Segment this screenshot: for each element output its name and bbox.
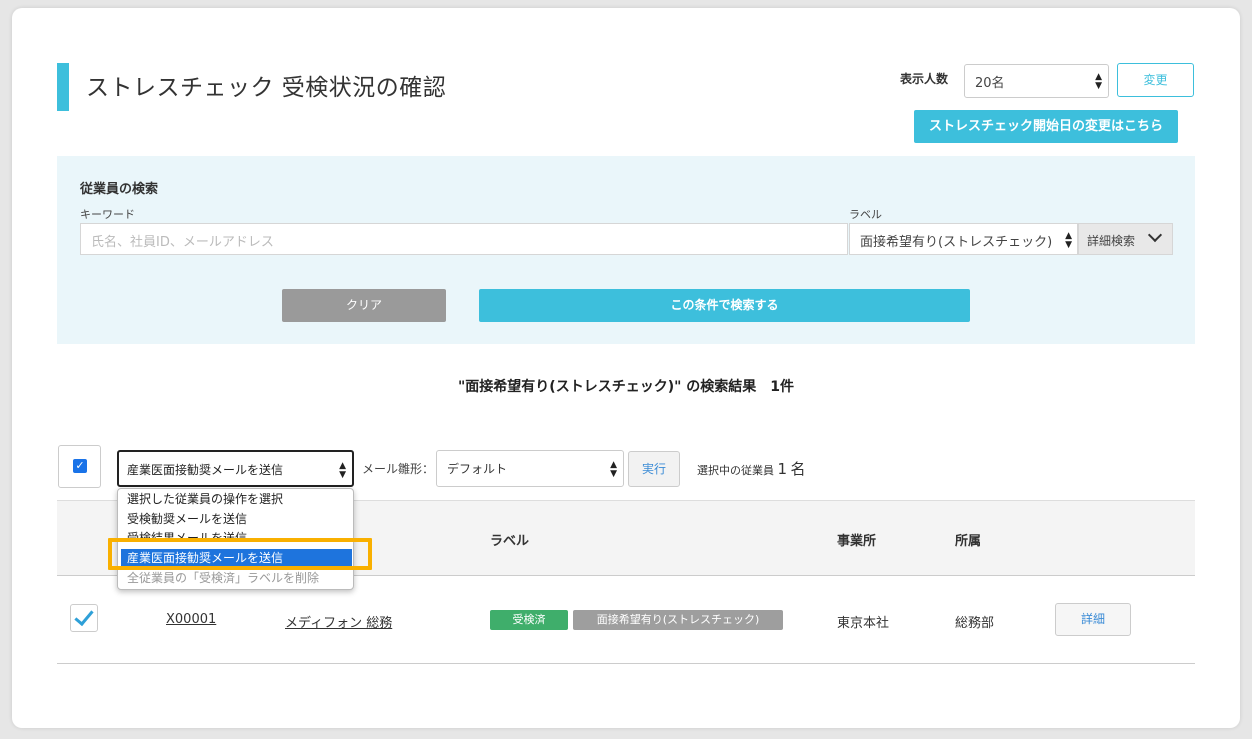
selected-count: 選択中の従業員 1 名 bbox=[697, 458, 806, 479]
keyword-label: キーワード bbox=[80, 208, 135, 221]
column-header-label: ラベル bbox=[490, 534, 530, 549]
execute-button[interactable]: 実行 bbox=[628, 451, 680, 487]
keyword-placeholder: 氏名、社員ID、メールアドレス bbox=[91, 235, 274, 250]
display-count-value: 20名 bbox=[975, 76, 1005, 91]
page-title: ストレスチェック 受検状況の確認 bbox=[86, 75, 447, 101]
column-header-office: 事業所 bbox=[837, 534, 877, 549]
check-icon bbox=[74, 605, 94, 627]
column-header-dept: 所属 bbox=[955, 534, 982, 549]
bulk-action-value: 産業医面接勧奨メールを送信 bbox=[127, 463, 284, 477]
updown-arrows-icon: ▲ ▼ bbox=[1065, 231, 1072, 250]
row-divider bbox=[57, 663, 1195, 664]
search-title: 従業員の検索 bbox=[80, 182, 159, 197]
chevron-down-icon bbox=[1147, 227, 1163, 243]
detail-button[interactable]: 詳細 bbox=[1055, 603, 1131, 636]
select-all-checkbox[interactable]: ✓ bbox=[58, 445, 101, 488]
label-badge: 面接希望有り(ストレスチェック) bbox=[573, 610, 783, 630]
selected-count-unit: 名 bbox=[790, 460, 806, 478]
label-filter-label: ラベル bbox=[849, 208, 882, 221]
mail-template-label: メール雛形： bbox=[362, 462, 435, 476]
result-summary: "面接希望有り(ストレスチェック)" の検索結果 1件 bbox=[458, 379, 794, 395]
updown-arrows-icon: ▲ ▼ bbox=[1095, 72, 1102, 91]
selected-count-number: 1 bbox=[777, 460, 788, 478]
keyword-input[interactable]: 氏名、社員ID、メールアドレス bbox=[80, 223, 848, 255]
employee-id-link[interactable]: X00001 bbox=[166, 612, 216, 627]
updown-arrows-icon: ▲ ▼ bbox=[339, 461, 346, 480]
advanced-search-button[interactable]: 詳細検索 bbox=[1078, 223, 1173, 255]
display-count-label: 表示人数 bbox=[900, 72, 949, 86]
dropdown-option[interactable]: 選択した従業員の操作を選択 bbox=[127, 490, 283, 508]
search-submit-button[interactable]: この条件で検索する bbox=[479, 289, 970, 322]
selected-count-label: 選択中の従業員 bbox=[697, 464, 774, 477]
display-count-select[interactable]: 20名 ▲ ▼ bbox=[964, 64, 1109, 98]
row-checkbox[interactable] bbox=[70, 604, 98, 632]
mail-template-value: デフォルト bbox=[447, 462, 508, 476]
change-button[interactable]: 変更 bbox=[1117, 63, 1194, 97]
label-filter-value: 面接希望有り(ストレスチェック) bbox=[860, 235, 1053, 250]
dropdown-option[interactable]: 全従業員の「受検済」ラベルを削除 bbox=[127, 569, 319, 587]
title-accent-bar bbox=[57, 63, 69, 111]
employee-name-link[interactable]: メディフォン 総務 bbox=[285, 612, 392, 631]
status-badge: 受検済 bbox=[490, 610, 568, 630]
advanced-search-label: 詳細検索 bbox=[1087, 234, 1136, 248]
dept-cell: 総務部 bbox=[955, 616, 995, 631]
bulk-action-select[interactable]: 産業医面接勧奨メールを送信 ▲ ▼ bbox=[117, 450, 354, 487]
dropdown-option[interactable]: 受検勧奨メールを送信 bbox=[127, 510, 247, 528]
clear-button[interactable]: クリア bbox=[282, 289, 446, 322]
start-date-change-button[interactable]: ストレスチェック開始日の変更はこちら bbox=[914, 110, 1178, 143]
label-filter-select[interactable]: 面接希望有り(ストレスチェック) ▲ ▼ bbox=[849, 223, 1078, 255]
updown-arrows-icon: ▲ ▼ bbox=[610, 460, 617, 479]
office-cell: 東京本社 bbox=[837, 616, 890, 631]
mail-template-select[interactable]: デフォルト ▲ ▼ bbox=[436, 450, 624, 487]
annotation-highlight-box bbox=[108, 538, 372, 570]
check-icon: ✓ bbox=[73, 459, 87, 473]
